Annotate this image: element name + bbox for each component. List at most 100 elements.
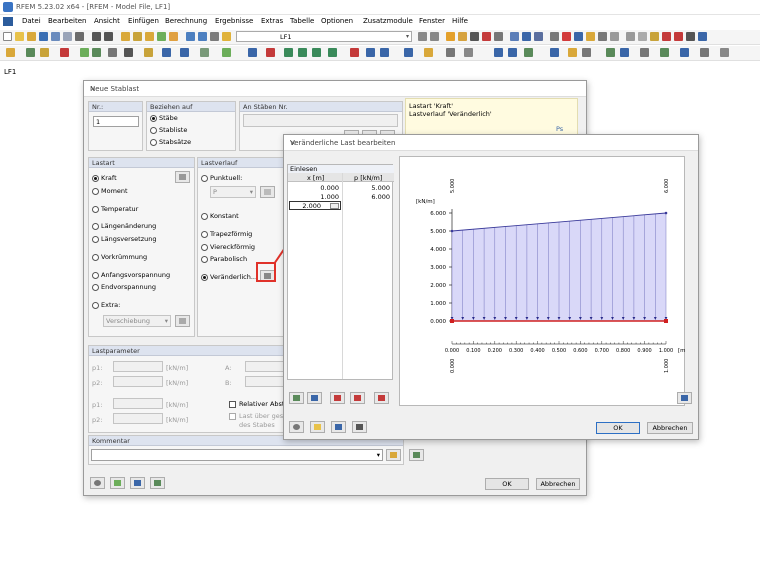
an-staeben-input[interactable] — [243, 114, 398, 127]
move-up-icon[interactable] — [330, 392, 345, 404]
values-icon[interactable] — [494, 32, 503, 41]
radio-veraenderlich[interactable] — [201, 274, 208, 281]
target-icon[interactable] — [524, 48, 533, 57]
design-icon[interactable] — [568, 48, 577, 57]
selection-icon[interactable] — [366, 48, 375, 57]
extra-dropdown[interactable]: Verschiebung ▾ — [103, 315, 171, 327]
settings-icon[interactable] — [698, 32, 707, 41]
extra-edit-icon[interactable] — [175, 315, 190, 327]
dxf-icon[interactable] — [700, 48, 709, 57]
table-icon[interactable] — [169, 32, 178, 41]
nr-input[interactable]: 1 — [93, 116, 139, 127]
row3-x-editor[interactable]: 2.000 — [289, 201, 341, 210]
guide-icon[interactable] — [606, 48, 615, 57]
radio-extra[interactable] — [92, 302, 99, 309]
row1-p[interactable]: 5.000 — [344, 184, 390, 192]
radio-parabolisch[interactable] — [201, 256, 208, 263]
move-down-icon[interactable] — [350, 392, 365, 404]
punktuell-edit-icon[interactable] — [260, 186, 275, 198]
visibility-icon[interactable] — [350, 48, 359, 57]
radio-stabliste[interactable] — [150, 127, 157, 134]
show-results-icon[interactable] — [470, 32, 479, 41]
radio-kraft[interactable] — [92, 175, 99, 182]
main-abbrechen-button[interactable]: Abbrechen — [536, 478, 580, 490]
export-icon[interactable] — [508, 48, 517, 57]
member-load-icon[interactable] — [144, 48, 153, 57]
x-view-icon[interactable] — [298, 48, 307, 57]
radio-endvorspannung[interactable] — [92, 284, 99, 291]
iso-view-icon[interactable] — [284, 48, 293, 57]
radio-stabsaetze[interactable] — [150, 139, 157, 146]
plant-icon[interactable] — [80, 48, 89, 57]
view-icon[interactable] — [248, 48, 257, 57]
delete-row-icon[interactable] — [307, 392, 322, 404]
row3-x[interactable]: 2.000 — [291, 202, 321, 210]
row2-x[interactable]: 1.000 — [290, 193, 339, 201]
line-draw-icon[interactable] — [26, 48, 35, 57]
undo-icon[interactable] — [92, 32, 101, 41]
sub-table-icon[interactable] — [352, 421, 367, 433]
close-icon[interactable]: × — [90, 85, 580, 93]
insert-row-icon[interactable] — [289, 392, 304, 404]
layer-icon[interactable] — [680, 48, 689, 57]
menu-bearbeiten[interactable]: Bearbeiten — [48, 17, 86, 25]
row2-p[interactable]: 6.000 — [344, 193, 390, 201]
lastart-edit-icon[interactable] — [175, 171, 190, 183]
last-ueber-checkbox[interactable] — [229, 413, 236, 420]
arc-icon[interactable] — [40, 48, 49, 57]
axis-icon[interactable] — [550, 48, 559, 57]
stop-icon[interactable] — [482, 32, 491, 41]
redo-icon[interactable] — [104, 32, 113, 41]
grid-icon[interactable] — [198, 32, 207, 41]
support-icon[interactable] — [562, 32, 571, 41]
snap-icon[interactable] — [660, 48, 669, 57]
sub-abbrechen-button[interactable]: Abbrechen — [647, 422, 693, 434]
solid-icon[interactable] — [610, 32, 619, 41]
a-input[interactable] — [245, 361, 285, 372]
sub-help-icon[interactable] — [289, 421, 304, 433]
y-view-icon[interactable] — [312, 48, 321, 57]
render-icon[interactable] — [550, 32, 559, 41]
member-icon[interactable] — [574, 32, 583, 41]
menu-fenster[interactable]: Fenster — [419, 17, 445, 25]
menu-optionen[interactable]: Optionen — [321, 17, 353, 25]
radio-punktuell[interactable] — [201, 175, 208, 182]
new-file-icon[interactable] — [3, 32, 12, 41]
radio-laengsversetzung[interactable] — [92, 236, 99, 243]
sub-ok-button[interactable]: OK — [596, 422, 640, 434]
save-icon[interactable] — [39, 32, 48, 41]
print-report-icon[interactable] — [494, 48, 503, 57]
app-menu-icon[interactable] — [3, 17, 13, 26]
radio-vorkruemmung[interactable] — [92, 254, 99, 261]
prev-loadcase-icon[interactable] — [418, 32, 427, 41]
circle-icon[interactable] — [638, 32, 647, 41]
units-icon[interactable] — [130, 477, 145, 489]
radio-trapezfoermig[interactable] — [201, 231, 208, 238]
radio-temperatur[interactable] — [92, 206, 99, 213]
print-preview-icon[interactable] — [63, 32, 72, 41]
hinge-icon[interactable] — [124, 48, 133, 57]
project-icon[interactable] — [157, 32, 166, 41]
tree-icon[interactable] — [92, 48, 101, 57]
rotate-icon[interactable] — [404, 48, 413, 57]
results-icon[interactable] — [458, 32, 467, 41]
menu-ansicht[interactable]: Ansicht — [94, 17, 120, 25]
radio-staebe[interactable] — [150, 115, 157, 122]
dimension-icon[interactable] — [686, 32, 695, 41]
menu-datei[interactable]: Datei — [22, 17, 41, 25]
p2-right-input[interactable] — [113, 413, 163, 424]
frame-icon[interactable] — [108, 48, 117, 57]
loadcase-dropdown[interactable]: LF1 ▾ — [236, 31, 412, 42]
relativer-abstand-checkbox[interactable] — [229, 401, 236, 408]
line-icon[interactable] — [626, 32, 635, 41]
punktuell-dropdown[interactable]: P ▾ — [210, 186, 256, 198]
surface-icon[interactable] — [598, 32, 607, 41]
lock-icon[interactable] — [380, 48, 389, 57]
print-icon[interactable] — [51, 32, 60, 41]
open-icon[interactable] — [27, 32, 36, 41]
window-icon[interactable] — [186, 32, 195, 41]
check-input-icon[interactable] — [110, 477, 125, 489]
p1-input[interactable] — [113, 361, 163, 372]
menu-einfuegen[interactable]: Einfügen — [128, 17, 159, 25]
warning-icon[interactable] — [650, 32, 659, 41]
